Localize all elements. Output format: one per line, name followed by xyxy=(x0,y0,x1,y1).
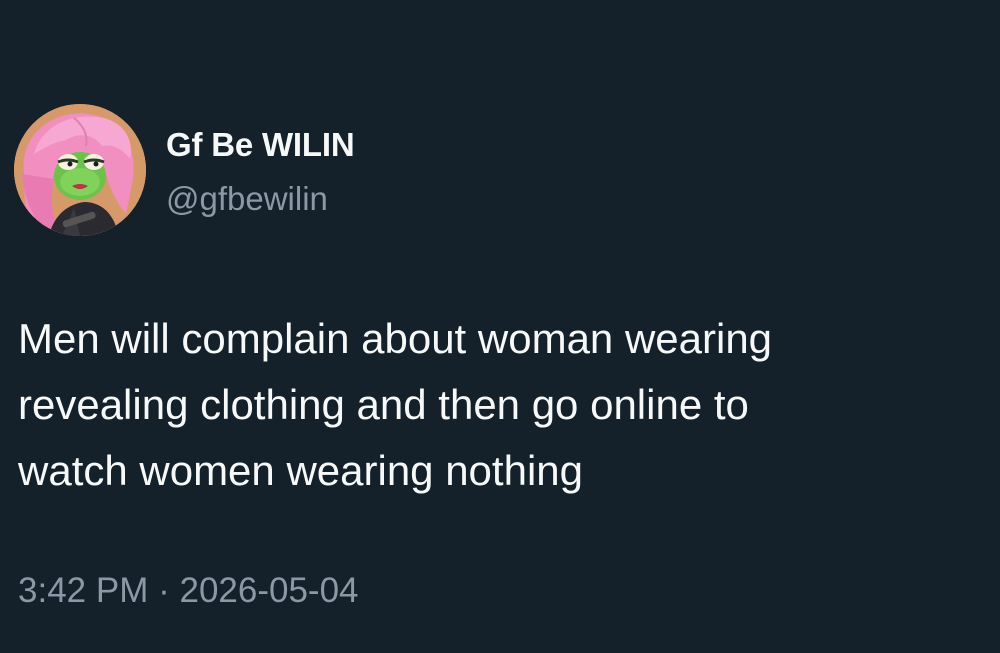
tweet-text-line: revealing clothing and then go online to xyxy=(18,381,749,428)
tweet-text-line: Men will complain about woman wearing xyxy=(18,315,773,362)
tweet-time: 3:42 PM xyxy=(18,571,149,610)
author-handle[interactable]: @gfbewilin xyxy=(166,180,328,218)
tweet-text: Men will complain about woman wearing re… xyxy=(18,306,978,504)
avatar[interactable] xyxy=(14,104,146,236)
author-display-name[interactable]: Gf Be WILIN xyxy=(166,126,355,164)
timestamp-separator: · xyxy=(158,571,170,610)
tweet-card: Gf Be WILIN @gfbewilin Men will complain… xyxy=(0,0,1000,653)
tweet-date: 2026-05-04 xyxy=(179,571,359,610)
cartoon-frog-avatar-icon xyxy=(14,104,146,236)
tweet-timestamp[interactable]: 3:42 PM · 2026-05-04 xyxy=(18,571,359,611)
tweet-text-line: watch women wearing nothing xyxy=(18,447,583,494)
